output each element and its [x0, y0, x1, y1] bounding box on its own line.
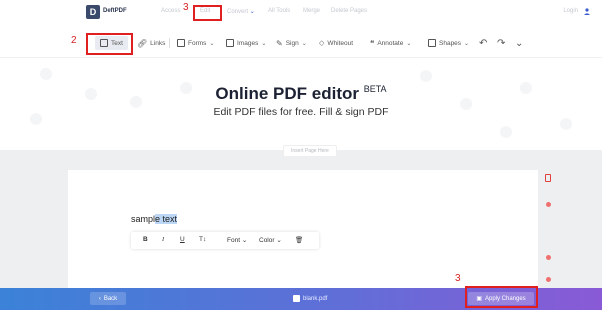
underline-button[interactable]: U: [180, 236, 185, 243]
chevron-down-icon: ⌄: [464, 40, 470, 47]
toolbar-divider: [169, 38, 170, 48]
nav-convert[interactable]: Convert ⌄: [227, 8, 255, 15]
text-selected-part: e text: [155, 214, 178, 224]
file-icon: [293, 295, 300, 302]
annotation-number: 2: [71, 35, 77, 46]
annotation-number: 3: [455, 273, 461, 284]
sign-tool-label: Sign: [285, 39, 299, 47]
forms-tool-button[interactable]: Forms ⌄: [177, 36, 214, 50]
chevron-down-icon: ⌄: [406, 40, 412, 47]
annotate-tool-button[interactable]: ❝ Annotate ⌄: [370, 36, 411, 50]
undo-button[interactable]: ↶: [479, 36, 487, 50]
quote-icon: ❝: [370, 38, 375, 48]
beta-badge: BETA: [363, 84, 387, 94]
bold-button[interactable]: B: [143, 236, 148, 243]
background-icon: [560, 118, 572, 130]
annotation-number: 3: [183, 2, 189, 13]
user-icon[interactable]: [584, 8, 590, 15]
page-handle-dot[interactable]: [546, 202, 551, 207]
page-handle-dot[interactable]: [546, 277, 551, 282]
color-dropdown[interactable]: Color ⌄: [259, 236, 282, 244]
text-plain-part: sampl: [131, 214, 156, 224]
forms-icon: [177, 39, 185, 47]
insert-page-button[interactable]: Insert Page Here: [283, 145, 337, 157]
highlight-box: [86, 33, 133, 55]
login-link[interactable]: Login: [563, 8, 578, 14]
chevron-down-icon: ⌄: [515, 37, 524, 49]
chevron-down-icon: ⌄: [249, 9, 255, 15]
title-text: Online PDF editor: [215, 84, 359, 103]
background-icon: [40, 68, 52, 80]
highlight-box: [193, 5, 222, 21]
images-tool-button[interactable]: Images ⌄: [226, 36, 266, 50]
forms-tool-label: Forms: [188, 39, 207, 47]
italic-button[interactable]: I: [162, 236, 164, 243]
image-icon: [226, 39, 234, 47]
trash-icon[interactable]: 🗑︎: [295, 236, 303, 244]
background-icon: [500, 126, 512, 138]
square-icon: [428, 39, 436, 47]
page-subtitle: Edit PDF files for free. Fill & sign PDF: [213, 106, 389, 118]
nav-merge[interactable]: Merge: [303, 8, 320, 14]
logo-text[interactable]: DeftPDF: [103, 8, 127, 14]
chevron-left-icon: ‹: [98, 295, 101, 302]
hero-section: Online PDF editor BETA Edit PDF files fo…: [0, 58, 602, 150]
sign-tool-button[interactable]: ✎ Sign ⌄: [276, 36, 307, 50]
undo-icon: ↶: [479, 37, 488, 49]
color-label: Color: [259, 237, 275, 244]
links-tool-button[interactable]: 🔗︎ Links: [137, 36, 165, 50]
chevron-down-icon: ⌄: [241, 237, 248, 244]
page-side-rail: [540, 172, 554, 286]
back-label: Back: [103, 295, 118, 302]
images-tool-label: Images: [237, 39, 259, 47]
page-handle-dot[interactable]: [546, 255, 551, 260]
font-size-button[interactable]: T↕: [199, 236, 206, 243]
chevron-down-icon: ⌄: [261, 40, 267, 47]
annotate-tool-label: Annotate: [377, 39, 404, 47]
page-title: Online PDF editor BETA: [0, 84, 602, 104]
nav-access[interactable]: Access: [161, 8, 180, 14]
nav-all-tools[interactable]: All Tools: [268, 8, 290, 14]
delete-page-icon[interactable]: [545, 174, 551, 182]
nav-delete-pages[interactable]: Delete Pages: [331, 8, 367, 14]
logo-icon[interactable]: D: [86, 5, 100, 19]
chevron-down-icon: ⌄: [276, 237, 282, 244]
eraser-icon: ◇: [319, 40, 325, 47]
chevron-down-icon: ⌄: [209, 40, 215, 47]
highlight-box: [465, 286, 538, 308]
font-dropdown[interactable]: Font ⌄: [227, 236, 247, 244]
file-name-text: blank.pdf: [303, 295, 328, 302]
whiteout-tool-button[interactable]: ◇ Whiteout: [319, 36, 353, 50]
link-icon: 🔗︎: [137, 38, 148, 48]
nav-convert-label: Convert: [227, 9, 249, 15]
redo-button[interactable]: ↷: [497, 36, 505, 50]
pdf-page[interactable]: [68, 170, 538, 288]
font-label: Font: [227, 237, 241, 244]
links-tool-label: Links: [150, 39, 166, 47]
back-button[interactable]: ‹ Back: [90, 292, 126, 305]
whiteout-tool-label: Whiteout: [327, 39, 354, 47]
text-element[interactable]: sample text: [131, 214, 178, 224]
chevron-down-icon: ⌄: [301, 40, 307, 47]
redo-icon: ↷: [497, 37, 506, 49]
top-navigation: D DeftPDF Access Edit Convert ⌄ All Tool…: [0, 0, 602, 28]
file-name: blank.pdf: [293, 295, 327, 302]
shapes-tool-label: Shapes: [439, 39, 462, 47]
more-options-button[interactable]: ⌄: [515, 36, 523, 50]
background-icon: [420, 70, 432, 82]
shapes-tool-button[interactable]: Shapes ⌄: [428, 36, 469, 50]
pen-icon: ✎: [276, 38, 283, 48]
text-format-toolbar: B I U T↕ Font ⌄ Color ⌄ 🗑︎: [131, 232, 319, 249]
